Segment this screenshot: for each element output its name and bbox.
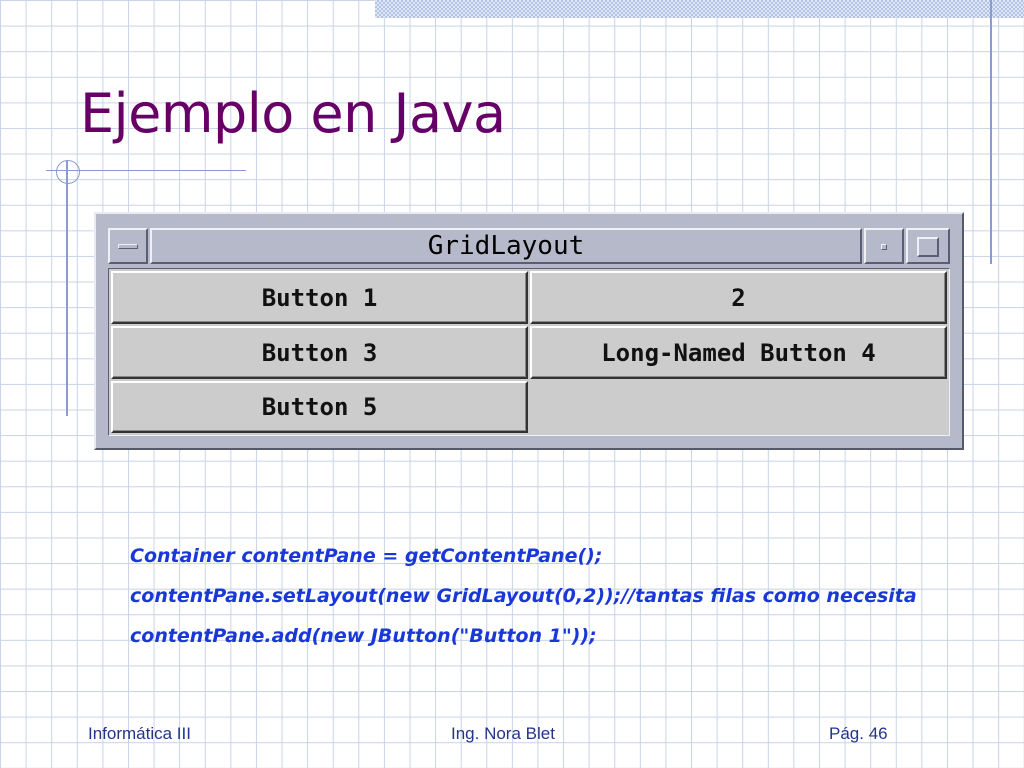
footer-course: Informática III bbox=[88, 724, 191, 743]
gridlayout-window: GridLayout Button 1 2 Button 3 Long-Name… bbox=[94, 212, 964, 450]
button-grid: Button 1 2 Button 3 Long-Named Button 4 … bbox=[110, 270, 948, 434]
decorative-vertical-line-right bbox=[990, 0, 992, 264]
minimize-icon bbox=[881, 244, 887, 250]
code-line: contentPane.add(new JButton("Button 1"))… bbox=[130, 625, 597, 647]
button-3[interactable]: Button 3 bbox=[111, 326, 528, 379]
footer-page-number: Pág. 46 bbox=[829, 724, 888, 743]
window-menu-icon bbox=[118, 244, 138, 249]
window-title[interactable]: GridLayout bbox=[150, 228, 862, 264]
decorative-top-strip bbox=[375, 0, 1024, 18]
maximize-icon bbox=[917, 237, 939, 257]
button-4-long-named[interactable]: Long-Named Button 4 bbox=[530, 326, 947, 379]
button-2[interactable]: 2 bbox=[530, 271, 947, 324]
content-pane: Button 1 2 Button 3 Long-Named Button 4 … bbox=[108, 268, 950, 436]
window-titlebar: GridLayout bbox=[108, 228, 950, 264]
code-line: Container contentPane = getContentPane()… bbox=[130, 545, 603, 567]
minimize-button[interactable] bbox=[864, 228, 904, 264]
decorative-circle bbox=[56, 160, 80, 184]
footer-author: Ing. Nora Blet bbox=[451, 724, 555, 743]
maximize-button[interactable] bbox=[906, 228, 950, 264]
decorative-vertical-line bbox=[66, 160, 68, 416]
slide-title: Ejemplo en Java bbox=[80, 82, 506, 145]
button-5[interactable]: Button 5 bbox=[111, 381, 528, 433]
code-snippet: Container contentPane = getContentPane()… bbox=[130, 536, 917, 656]
code-line: contentPane.setLayout(new GridLayout(0,2… bbox=[130, 585, 917, 607]
button-1[interactable]: Button 1 bbox=[111, 271, 528, 324]
empty-grid-cell bbox=[529, 380, 948, 434]
window-menu-button[interactable] bbox=[108, 228, 148, 264]
